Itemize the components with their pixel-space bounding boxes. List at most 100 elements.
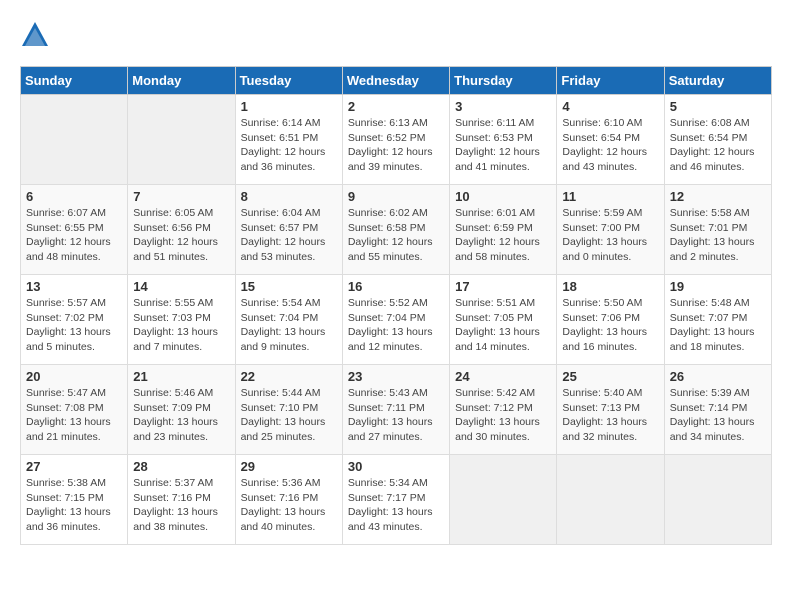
day-info: Sunrise: 5:50 AM Sunset: 7:06 PM Dayligh…	[562, 296, 658, 355]
day-number: 28	[133, 459, 229, 474]
header-day-thursday: Thursday	[450, 67, 557, 95]
calendar-cell: 19 Sunrise: 5:48 AM Sunset: 7:07 PM Dayli…	[664, 275, 771, 365]
day-number: 1	[241, 99, 337, 114]
calendar-header-row: SundayMondayTuesdayWednesdayThursdayFrid…	[21, 67, 772, 95]
day-number: 10	[455, 189, 551, 204]
day-info: Sunrise: 5:51 AM Sunset: 7:05 PM Dayligh…	[455, 296, 551, 355]
calendar-cell: 22 Sunrise: 5:44 AM Sunset: 7:10 PM Dayli…	[235, 365, 342, 455]
calendar-cell: 30 Sunrise: 5:34 AM Sunset: 7:17 PM Dayli…	[342, 455, 449, 545]
day-info: Sunrise: 5:42 AM Sunset: 7:12 PM Dayligh…	[455, 386, 551, 445]
calendar-cell: 10 Sunrise: 6:01 AM Sunset: 6:59 PM Dayli…	[450, 185, 557, 275]
header-day-wednesday: Wednesday	[342, 67, 449, 95]
day-info: Sunrise: 5:39 AM Sunset: 7:14 PM Dayligh…	[670, 386, 766, 445]
header-day-sunday: Sunday	[21, 67, 128, 95]
day-number: 7	[133, 189, 229, 204]
calendar-cell: 27 Sunrise: 5:38 AM Sunset: 7:15 PM Dayli…	[21, 455, 128, 545]
day-info: Sunrise: 5:58 AM Sunset: 7:01 PM Dayligh…	[670, 206, 766, 265]
logo-icon	[20, 20, 50, 50]
calendar-cell: 1 Sunrise: 6:14 AM Sunset: 6:51 PM Daylig…	[235, 95, 342, 185]
day-number: 25	[562, 369, 658, 384]
calendar-cell: 23Sunrise: 5:43 AM Sunset: 7:11 PM Dayli…	[342, 365, 449, 455]
day-info: Sunrise: 6:05 AM Sunset: 6:56 PM Dayligh…	[133, 206, 229, 265]
day-number: 30	[348, 459, 444, 474]
calendar-cell: 28 Sunrise: 5:37 AM Sunset: 7:16 PM Dayli…	[128, 455, 235, 545]
day-info: Sunrise: 6:04 AM Sunset: 6:57 PM Dayligh…	[241, 206, 337, 265]
day-info: Sunrise: 5:38 AM Sunset: 7:15 PM Dayligh…	[26, 476, 122, 535]
day-number: 13	[26, 279, 122, 294]
day-number: 2	[348, 99, 444, 114]
day-info: Sunrise: 6:02 AM Sunset: 6:58 PM Dayligh…	[348, 206, 444, 265]
day-info: Sunrise: 5:36 AM Sunset: 7:16 PM Dayligh…	[241, 476, 337, 535]
calendar-cell: 17 Sunrise: 5:51 AM Sunset: 7:05 PM Dayli…	[450, 275, 557, 365]
logo	[20, 20, 54, 50]
day-info: Sunrise: 6:13 AM Sunset: 6:52 PM Dayligh…	[348, 116, 444, 175]
calendar-week-row: 20Sunrise: 5:47 AM Sunset: 7:08 PM Dayli…	[21, 365, 772, 455]
calendar-cell	[557, 455, 664, 545]
calendar-cell: 15 Sunrise: 5:54 AM Sunset: 7:04 PM Dayli…	[235, 275, 342, 365]
day-number: 11	[562, 189, 658, 204]
calendar-cell: 2 Sunrise: 6:13 AM Sunset: 6:52 PM Daylig…	[342, 95, 449, 185]
day-info: Sunrise: 5:48 AM Sunset: 7:07 PM Dayligh…	[670, 296, 766, 355]
calendar-cell: 11 Sunrise: 5:59 AM Sunset: 7:00 PM Dayli…	[557, 185, 664, 275]
calendar-cell: 29 Sunrise: 5:36 AM Sunset: 7:16 PM Dayli…	[235, 455, 342, 545]
day-number: 29	[241, 459, 337, 474]
day-number: 9	[348, 189, 444, 204]
calendar-cell	[664, 455, 771, 545]
day-info: Sunrise: 5:57 AM Sunset: 7:02 PM Dayligh…	[26, 296, 122, 355]
header-day-tuesday: Tuesday	[235, 67, 342, 95]
calendar-cell: 21 Sunrise: 5:46 AM Sunset: 7:09 PM Dayli…	[128, 365, 235, 455]
calendar-cell: 12 Sunrise: 5:58 AM Sunset: 7:01 PM Dayli…	[664, 185, 771, 275]
day-number: 16	[348, 279, 444, 294]
calendar-week-row: 6 Sunrise: 6:07 AM Sunset: 6:55 PM Daylig…	[21, 185, 772, 275]
day-number: 17	[455, 279, 551, 294]
day-info: Sunrise: 5:55 AM Sunset: 7:03 PM Dayligh…	[133, 296, 229, 355]
calendar-cell: 16 Sunrise: 5:52 AM Sunset: 7:04 PM Dayli…	[342, 275, 449, 365]
day-info: Sunrise: 5:52 AM Sunset: 7:04 PM Dayligh…	[348, 296, 444, 355]
day-info: Sunrise: 6:01 AM Sunset: 6:59 PM Dayligh…	[455, 206, 551, 265]
day-number: 23	[348, 369, 444, 384]
day-info: Sunrise: 5:44 AM Sunset: 7:10 PM Dayligh…	[241, 386, 337, 445]
calendar-cell: 18 Sunrise: 5:50 AM Sunset: 7:06 PM Dayli…	[557, 275, 664, 365]
calendar-cell: 26 Sunrise: 5:39 AM Sunset: 7:14 PM Dayli…	[664, 365, 771, 455]
day-info: Sunrise: 6:11 AM Sunset: 6:53 PM Dayligh…	[455, 116, 551, 175]
day-info: Sunrise: 5:47 AM Sunset: 7:08 PM Dayligh…	[26, 386, 122, 445]
calendar-cell: 5Sunrise: 6:08 AM Sunset: 6:54 PM Daylig…	[664, 95, 771, 185]
day-number: 12	[670, 189, 766, 204]
day-number: 15	[241, 279, 337, 294]
day-info: Sunrise: 5:46 AM Sunset: 7:09 PM Dayligh…	[133, 386, 229, 445]
day-number: 14	[133, 279, 229, 294]
day-number: 26	[670, 369, 766, 384]
calendar-cell: 4Sunrise: 6:10 AM Sunset: 6:54 PM Daylig…	[557, 95, 664, 185]
calendar-cell: 7 Sunrise: 6:05 AM Sunset: 6:56 PM Daylig…	[128, 185, 235, 275]
header-day-saturday: Saturday	[664, 67, 771, 95]
header-day-friday: Friday	[557, 67, 664, 95]
calendar-cell: 13 Sunrise: 5:57 AM Sunset: 7:02 PM Dayli…	[21, 275, 128, 365]
day-number: 5	[670, 99, 766, 114]
day-number: 3	[455, 99, 551, 114]
day-number: 18	[562, 279, 658, 294]
day-number: 21	[133, 369, 229, 384]
calendar-cell: 8 Sunrise: 6:04 AM Sunset: 6:57 PM Daylig…	[235, 185, 342, 275]
day-info: Sunrise: 5:37 AM Sunset: 7:16 PM Dayligh…	[133, 476, 229, 535]
calendar-cell: 20Sunrise: 5:47 AM Sunset: 7:08 PM Dayli…	[21, 365, 128, 455]
calendar-cell: 6 Sunrise: 6:07 AM Sunset: 6:55 PM Daylig…	[21, 185, 128, 275]
page-header	[20, 20, 772, 50]
day-number: 22	[241, 369, 337, 384]
calendar-week-row: 13 Sunrise: 5:57 AM Sunset: 7:02 PM Dayli…	[21, 275, 772, 365]
calendar-cell	[21, 95, 128, 185]
calendar-table: SundayMondayTuesdayWednesdayThursdayFrid…	[20, 66, 772, 545]
day-info: Sunrise: 5:59 AM Sunset: 7:00 PM Dayligh…	[562, 206, 658, 265]
day-number: 8	[241, 189, 337, 204]
day-info: Sunrise: 6:07 AM Sunset: 6:55 PM Dayligh…	[26, 206, 122, 265]
day-number: 19	[670, 279, 766, 294]
header-day-monday: Monday	[128, 67, 235, 95]
day-number: 24	[455, 369, 551, 384]
calendar-cell: 3 Sunrise: 6:11 AM Sunset: 6:53 PM Daylig…	[450, 95, 557, 185]
day-info: Sunrise: 5:54 AM Sunset: 7:04 PM Dayligh…	[241, 296, 337, 355]
calendar-week-row: 27 Sunrise: 5:38 AM Sunset: 7:15 PM Dayli…	[21, 455, 772, 545]
day-number: 6	[26, 189, 122, 204]
day-info: Sunrise: 6:14 AM Sunset: 6:51 PM Dayligh…	[241, 116, 337, 175]
day-info: Sunrise: 5:34 AM Sunset: 7:17 PM Dayligh…	[348, 476, 444, 535]
day-info: Sunrise: 5:40 AM Sunset: 7:13 PM Dayligh…	[562, 386, 658, 445]
day-number: 27	[26, 459, 122, 474]
